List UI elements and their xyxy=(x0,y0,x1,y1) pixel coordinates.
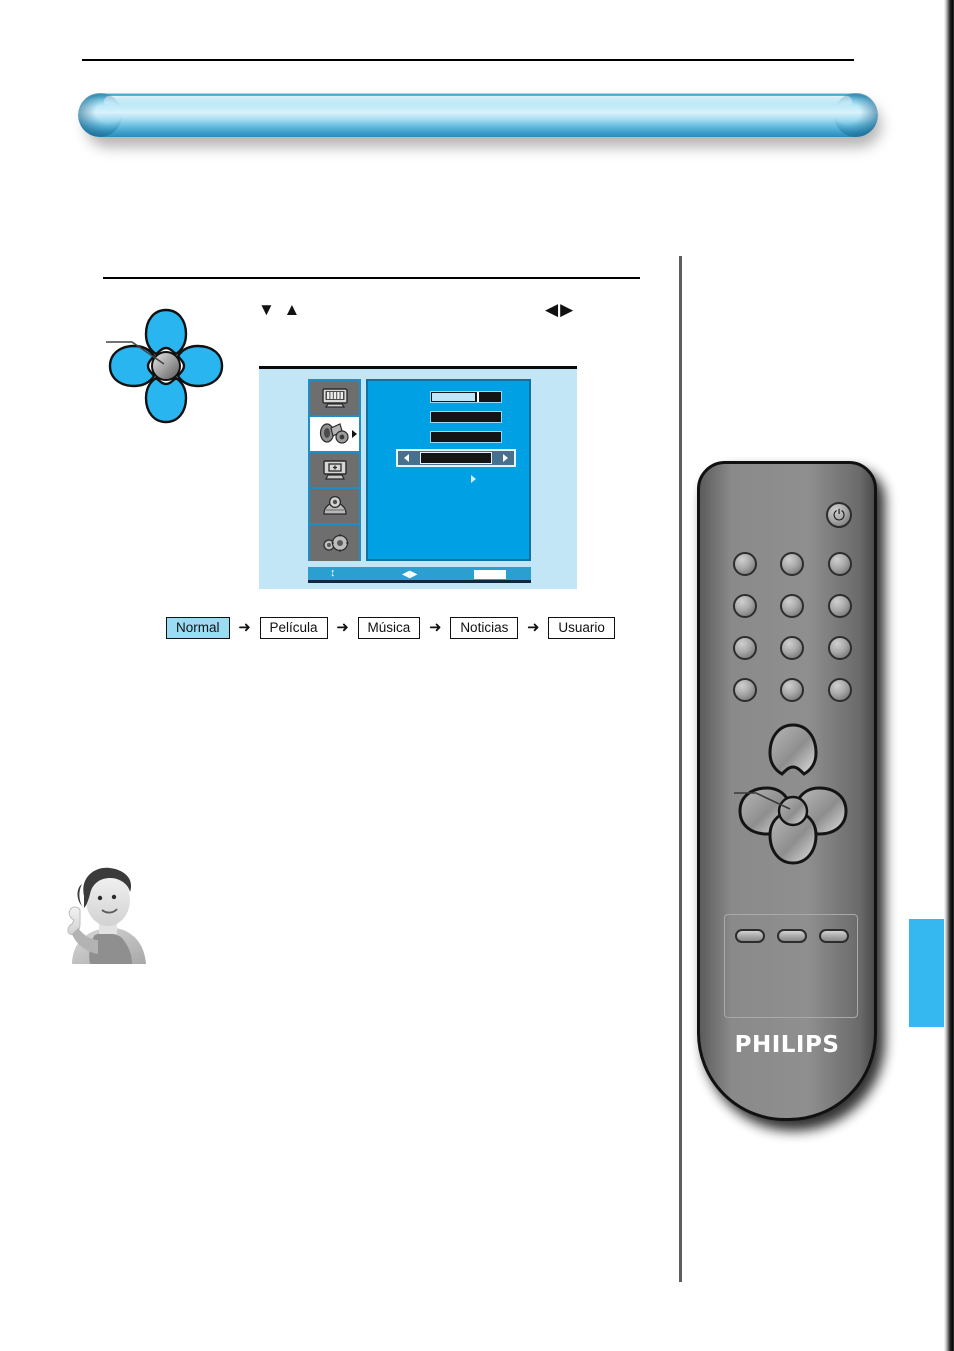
tip-person-eye-right xyxy=(111,894,117,900)
osd-row-bar-3[interactable] xyxy=(430,431,502,443)
osd-row-right-arrow-icon[interactable] xyxy=(503,454,508,462)
section-rule xyxy=(103,277,640,279)
remote-button-5[interactable] xyxy=(780,594,804,618)
remote-button-1[interactable] xyxy=(733,552,757,576)
osd-settings-panel xyxy=(366,379,531,561)
remote-dpad-up xyxy=(768,723,818,776)
chain-arrow-2: ➜ xyxy=(336,619,349,636)
osd-icon-sound-caret xyxy=(352,430,357,438)
column-divider xyxy=(679,256,682,1282)
remote-function-panel xyxy=(724,914,858,1018)
osd-row-bar-2[interactable] xyxy=(430,411,502,423)
cursor-pad-illustration xyxy=(104,304,228,428)
osd-icon-picture-format[interactable] xyxy=(310,453,359,489)
header-banner-pill xyxy=(78,93,878,137)
osd-icon-smart-feature[interactable] xyxy=(310,489,359,525)
remote-body: ⏻ PHILIPS xyxy=(697,461,877,1121)
chain-arrow-1: ➜ xyxy=(238,619,251,636)
remote-button-6[interactable] xyxy=(828,594,852,618)
scan-edge-right xyxy=(944,0,954,1351)
remote-cursor-pad xyxy=(734,719,852,869)
remote-button-9[interactable] xyxy=(828,636,852,660)
tv-osd-screenshot: ↕ ◀▶ xyxy=(259,366,577,589)
osd-row-selected-value xyxy=(420,452,492,464)
tip-person-illustration xyxy=(44,856,166,964)
osd-status-leftright-icon: ◀▶ xyxy=(402,569,418,580)
osd-icon-install-settings[interactable] xyxy=(310,525,359,561)
remote-dpad-ok xyxy=(777,795,809,827)
osd-slider-fill xyxy=(432,393,475,401)
remote-function-button-1[interactable] xyxy=(735,929,765,943)
remote-button-8[interactable] xyxy=(780,636,804,660)
remote-button-10[interactable] xyxy=(733,678,757,702)
remote-control-illustration: ⏻ PHILIPS xyxy=(697,461,887,1133)
dpad-up-arrow xyxy=(144,308,188,356)
dpad-ok-button xyxy=(151,351,181,381)
chain-arrow-3: ➜ xyxy=(429,619,442,636)
manual-page: ▼ ▲ ◀▶ ↕ ◀▶ Normal ➜ Película ➜ Música ➜… xyxy=(0,0,954,1351)
remote-power-button[interactable]: ⏻ xyxy=(826,502,852,528)
header-banner xyxy=(78,93,881,147)
osd-icon-sound[interactable] xyxy=(310,417,359,453)
osd-row-slider[interactable] xyxy=(430,391,502,403)
tip-person-eye-left xyxy=(97,895,103,901)
remote-button-12[interactable] xyxy=(828,678,852,702)
chain-arrow-4: ➜ xyxy=(527,619,540,636)
remote-button-2[interactable] xyxy=(780,552,804,576)
chain-item-noticias[interactable]: Noticias xyxy=(450,617,519,639)
page-section-tab xyxy=(909,919,946,1027)
dpad-down-arrow xyxy=(144,376,188,424)
header-rule xyxy=(82,59,854,61)
osd-icon-picture[interactable] xyxy=(310,381,359,417)
cursor-leftright-glyph: ◀▶ xyxy=(545,300,576,319)
osd-status-button[interactable] xyxy=(474,570,506,579)
chain-item-normal[interactable]: Normal xyxy=(166,617,230,639)
dpad-right-arrow xyxy=(176,344,224,388)
remote-function-button-2[interactable] xyxy=(777,929,807,943)
header-banner-left-cap xyxy=(78,93,122,137)
chain-item-usuario[interactable]: Usuario xyxy=(548,617,615,639)
osd-status-updown-icon: ↕ xyxy=(330,567,336,579)
osd-submenu-caret-icon xyxy=(471,475,476,483)
philips-logo: PHILIPS xyxy=(734,1032,840,1058)
osd-row-selected[interactable] xyxy=(396,449,516,467)
remote-button-4[interactable] xyxy=(733,594,757,618)
osd-icon-column xyxy=(308,379,361,561)
osd-slider-knob[interactable] xyxy=(477,392,479,402)
chain-item-musica[interactable]: Música xyxy=(357,617,421,639)
chain-item-pelicula[interactable]: Película xyxy=(259,617,328,639)
remote-button-11[interactable] xyxy=(780,678,804,702)
cursor-updown-glyph: ▼ ▲ xyxy=(258,300,303,319)
remote-button-7[interactable] xyxy=(733,636,757,660)
power-icon: ⏻ xyxy=(833,506,845,524)
sound-mode-chain: Normal ➜ Película ➜ Música ➜ Noticias ➜ … xyxy=(166,616,615,640)
remote-button-3[interactable] xyxy=(828,552,852,576)
header-banner-right-cap xyxy=(834,93,878,137)
osd-row-left-arrow-icon[interactable] xyxy=(404,454,409,462)
osd-status-bar: ↕ ◀▶ xyxy=(308,567,531,583)
remote-function-button-3[interactable] xyxy=(819,929,849,943)
